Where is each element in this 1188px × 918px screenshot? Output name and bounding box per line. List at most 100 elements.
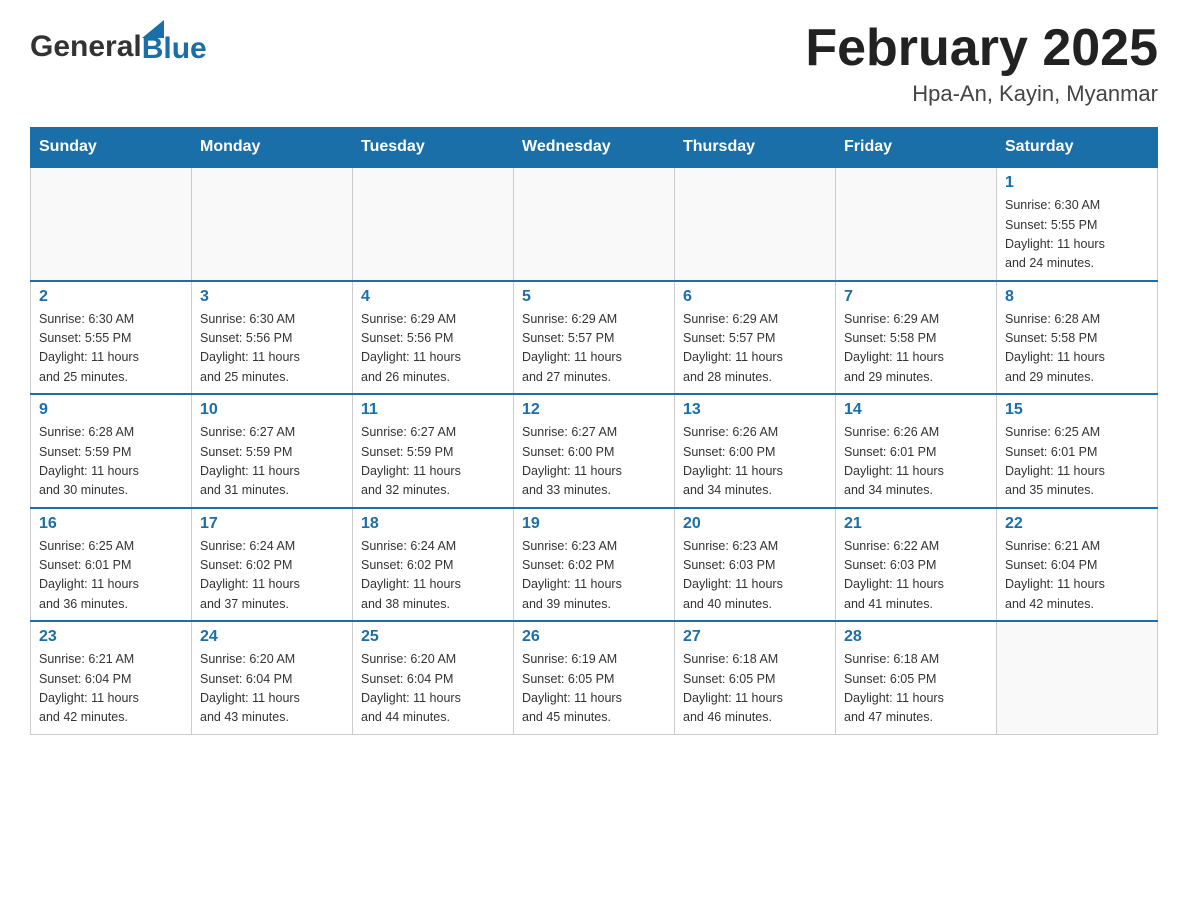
- day-info: Sunrise: 6:30 AMSunset: 5:55 PMDaylight:…: [1005, 196, 1149, 274]
- day-info: Sunrise: 6:24 AMSunset: 6:02 PMDaylight:…: [361, 537, 505, 615]
- calendar-cell: 4 Sunrise: 6:29 AMSunset: 5:56 PMDaylight…: [353, 281, 514, 395]
- calendar-week-row: 16Sunrise: 6:25 AMSunset: 6:01 PMDayligh…: [31, 508, 1158, 622]
- day-number: 6: [683, 288, 827, 306]
- day-number: 15: [1005, 401, 1149, 419]
- calendar-cell: 3 Sunrise: 6:30 AMSunset: 5:56 PMDaylight…: [192, 281, 353, 395]
- month-title: February 2025: [805, 20, 1158, 77]
- header-friday: Friday: [836, 128, 997, 168]
- calendar-cell: 22 Sunrise: 6:21 AMSunset: 6:04 PMDayligh…: [997, 508, 1158, 622]
- day-info: Sunrise: 6:28 AMSunset: 5:59 PMDaylight:…: [39, 423, 183, 501]
- day-info: Sunrise: 6:28 AMSunset: 5:58 PMDaylight:…: [1005, 310, 1149, 388]
- calendar-table: Sunday Monday Tuesday Wednesday Thursday…: [30, 127, 1158, 735]
- day-info: Sunrise: 6:27 AMSunset: 6:00 PMDaylight:…: [522, 423, 666, 501]
- day-info: Sunrise: 6:29 AMSunset: 5:58 PMDaylight:…: [844, 310, 988, 388]
- header-sunday: Sunday: [31, 128, 192, 168]
- header-monday: Monday: [192, 128, 353, 168]
- calendar-cell: [675, 167, 836, 281]
- day-info: Sunrise: 6:21 AMSunset: 6:04 PMDaylight:…: [39, 650, 183, 728]
- header-saturday: Saturday: [997, 128, 1158, 168]
- day-number: 24: [200, 628, 344, 646]
- header-wednesday: Wednesday: [514, 128, 675, 168]
- day-number: 18: [361, 515, 505, 533]
- calendar-cell: 13 Sunrise: 6:26 AMSunset: 6:00 PMDayligh…: [675, 394, 836, 508]
- day-info: Sunrise: 6:27 AMSunset: 5:59 PMDaylight:…: [200, 423, 344, 501]
- day-info: Sunrise: 6:25 AMSunset: 6:01 PMDaylight:…: [39, 537, 183, 615]
- calendar-cell: 18 Sunrise: 6:24 AMSunset: 6:02 PMDayligh…: [353, 508, 514, 622]
- calendar-cell: 19 Sunrise: 6:23 AMSunset: 6:02 PMDayligh…: [514, 508, 675, 622]
- day-info: Sunrise: 6:29 AMSunset: 5:57 PMDaylight:…: [522, 310, 666, 388]
- calendar-cell: [31, 167, 192, 281]
- calendar-cell: 16Sunrise: 6:25 AMSunset: 6:01 PMDayligh…: [31, 508, 192, 622]
- day-info: Sunrise: 6:27 AMSunset: 5:59 PMDaylight:…: [361, 423, 505, 501]
- calendar-cell: 21 Sunrise: 6:22 AMSunset: 6:03 PMDayligh…: [836, 508, 997, 622]
- calendar-cell: 27 Sunrise: 6:18 AMSunset: 6:05 PMDayligh…: [675, 621, 836, 734]
- day-number: 23: [39, 628, 183, 646]
- day-info: Sunrise: 6:18 AMSunset: 6:05 PMDaylight:…: [683, 650, 827, 728]
- day-number: 7: [844, 288, 988, 306]
- day-number: 3: [200, 288, 344, 306]
- day-info: Sunrise: 6:30 AMSunset: 5:56 PMDaylight:…: [200, 310, 344, 388]
- day-number: 28: [844, 628, 988, 646]
- calendar-header: Sunday Monday Tuesday Wednesday Thursday…: [31, 128, 1158, 168]
- day-number: 20: [683, 515, 827, 533]
- calendar-cell: 11 Sunrise: 6:27 AMSunset: 5:59 PMDayligh…: [353, 394, 514, 508]
- day-info: Sunrise: 6:20 AMSunset: 6:04 PMDaylight:…: [361, 650, 505, 728]
- calendar-cell: 6 Sunrise: 6:29 AMSunset: 5:57 PMDaylight…: [675, 281, 836, 395]
- day-number: 4: [361, 288, 505, 306]
- calendar-cell: 17 Sunrise: 6:24 AMSunset: 6:02 PMDayligh…: [192, 508, 353, 622]
- day-number: 25: [361, 628, 505, 646]
- header-thursday: Thursday: [675, 128, 836, 168]
- day-number: 10: [200, 401, 344, 419]
- calendar-cell: [514, 167, 675, 281]
- day-info: Sunrise: 6:22 AMSunset: 6:03 PMDaylight:…: [844, 537, 988, 615]
- calendar-cell: 2Sunrise: 6:30 AMSunset: 5:55 PMDaylight…: [31, 281, 192, 395]
- calendar-cell: 10 Sunrise: 6:27 AMSunset: 5:59 PMDayligh…: [192, 394, 353, 508]
- header-tuesday: Tuesday: [353, 128, 514, 168]
- weekday-header-row: Sunday Monday Tuesday Wednesday Thursday…: [31, 128, 1158, 168]
- day-info: Sunrise: 6:25 AMSunset: 6:01 PMDaylight:…: [1005, 423, 1149, 501]
- calendar-cell: 1Sunrise: 6:30 AMSunset: 5:55 PMDaylight…: [997, 167, 1158, 281]
- calendar-cell: [353, 167, 514, 281]
- day-number: 22: [1005, 515, 1149, 533]
- day-info: Sunrise: 6:24 AMSunset: 6:02 PMDaylight:…: [200, 537, 344, 615]
- logo: General Blue: [30, 20, 207, 64]
- calendar-week-row: 2Sunrise: 6:30 AMSunset: 5:55 PMDaylight…: [31, 281, 1158, 395]
- day-number: 11: [361, 401, 505, 419]
- day-number: 12: [522, 401, 666, 419]
- calendar-cell: 9 Sunrise: 6:28 AMSunset: 5:59 PMDaylight…: [31, 394, 192, 508]
- day-info: Sunrise: 6:18 AMSunset: 6:05 PMDaylight:…: [844, 650, 988, 728]
- calendar-cell: [997, 621, 1158, 734]
- day-info: Sunrise: 6:23 AMSunset: 6:02 PMDaylight:…: [522, 537, 666, 615]
- day-number: 19: [522, 515, 666, 533]
- calendar-week-row: 1Sunrise: 6:30 AMSunset: 5:55 PMDaylight…: [31, 167, 1158, 281]
- day-info: Sunrise: 6:29 AMSunset: 5:57 PMDaylight:…: [683, 310, 827, 388]
- day-number: 17: [200, 515, 344, 533]
- day-info: Sunrise: 6:29 AMSunset: 5:56 PMDaylight:…: [361, 310, 505, 388]
- day-info: Sunrise: 6:23 AMSunset: 6:03 PMDaylight:…: [683, 537, 827, 615]
- day-number: 26: [522, 628, 666, 646]
- calendar-cell: 8 Sunrise: 6:28 AMSunset: 5:58 PMDaylight…: [997, 281, 1158, 395]
- day-number: 21: [844, 515, 988, 533]
- day-number: 27: [683, 628, 827, 646]
- calendar-cell: 20 Sunrise: 6:23 AMSunset: 6:03 PMDayligh…: [675, 508, 836, 622]
- calendar-cell: 12 Sunrise: 6:27 AMSunset: 6:00 PMDayligh…: [514, 394, 675, 508]
- title-block: February 2025 Hpa-An, Kayin, Myanmar: [805, 20, 1158, 107]
- day-info: Sunrise: 6:21 AMSunset: 6:04 PMDaylight:…: [1005, 537, 1149, 615]
- day-info: Sunrise: 6:19 AMSunset: 6:05 PMDaylight:…: [522, 650, 666, 728]
- page-header: General Blue February 2025 Hpa-An, Kayin…: [30, 20, 1158, 107]
- calendar-week-row: 9 Sunrise: 6:28 AMSunset: 5:59 PMDaylight…: [31, 394, 1158, 508]
- day-number: 2: [39, 288, 183, 306]
- calendar-cell: 24Sunrise: 6:20 AMSunset: 6:04 PMDayligh…: [192, 621, 353, 734]
- calendar-cell: 23 Sunrise: 6:21 AMSunset: 6:04 PMDayligh…: [31, 621, 192, 734]
- logo-blue-text: Blue: [142, 34, 207, 64]
- day-info: Sunrise: 6:26 AMSunset: 6:01 PMDaylight:…: [844, 423, 988, 501]
- day-number: 14: [844, 401, 988, 419]
- day-number: 8: [1005, 288, 1149, 306]
- day-number: 9: [39, 401, 183, 419]
- day-number: 13: [683, 401, 827, 419]
- day-number: 5: [522, 288, 666, 306]
- calendar-cell: 15 Sunrise: 6:25 AMSunset: 6:01 PMDayligh…: [997, 394, 1158, 508]
- logo-general-text: General: [30, 30, 142, 64]
- day-info: Sunrise: 6:26 AMSunset: 6:00 PMDaylight:…: [683, 423, 827, 501]
- calendar-cell: [192, 167, 353, 281]
